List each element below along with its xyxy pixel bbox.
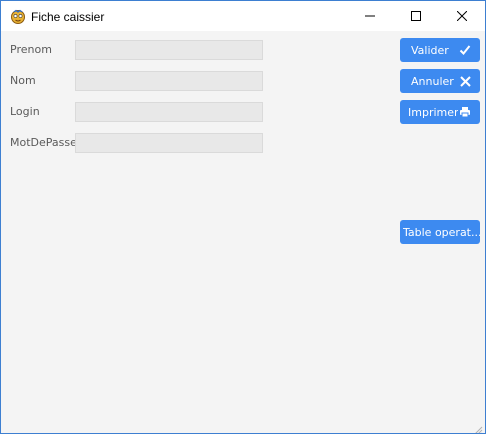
window-title: Fiche caissier bbox=[31, 10, 105, 24]
printer-icon bbox=[458, 105, 472, 119]
close-icon bbox=[457, 11, 467, 21]
cashier-window: Fiche caissier Prenom Nom Login MotDePas… bbox=[0, 0, 486, 434]
nom-field[interactable] bbox=[75, 71, 263, 91]
app-cashier-icon bbox=[10, 9, 26, 25]
resize-grip-icon[interactable] bbox=[473, 421, 483, 433]
minimize-icon bbox=[365, 11, 375, 21]
prenom-label: Prenom bbox=[10, 43, 52, 56]
print-button-label: Imprimer bbox=[408, 105, 458, 119]
title-bar[interactable]: Fiche caissier bbox=[1, 1, 485, 31]
cancel-button[interactable]: Annuler bbox=[400, 69, 480, 93]
maximize-icon bbox=[411, 11, 421, 21]
check-icon bbox=[458, 43, 472, 57]
x-icon bbox=[458, 74, 472, 88]
cancel-button-label: Annuler bbox=[411, 74, 454, 88]
login-field[interactable] bbox=[75, 102, 263, 122]
close-button[interactable] bbox=[439, 1, 485, 31]
table-operations-button-label: Table operat... bbox=[403, 225, 480, 239]
nom-label: Nom bbox=[10, 74, 36, 87]
motdepasse-label: MotDePasse bbox=[10, 136, 77, 149]
login-label: Login bbox=[10, 105, 40, 118]
validate-button[interactable]: Valider bbox=[400, 38, 480, 62]
print-button[interactable]: Imprimer bbox=[400, 100, 480, 124]
maximize-button[interactable] bbox=[393, 1, 439, 31]
motdepasse-field[interactable] bbox=[75, 133, 263, 153]
prenom-field[interactable] bbox=[75, 40, 263, 60]
table-operations-button[interactable]: Table operat... bbox=[400, 220, 480, 244]
minimize-button[interactable] bbox=[347, 1, 393, 31]
validate-button-label: Valider bbox=[411, 43, 449, 57]
